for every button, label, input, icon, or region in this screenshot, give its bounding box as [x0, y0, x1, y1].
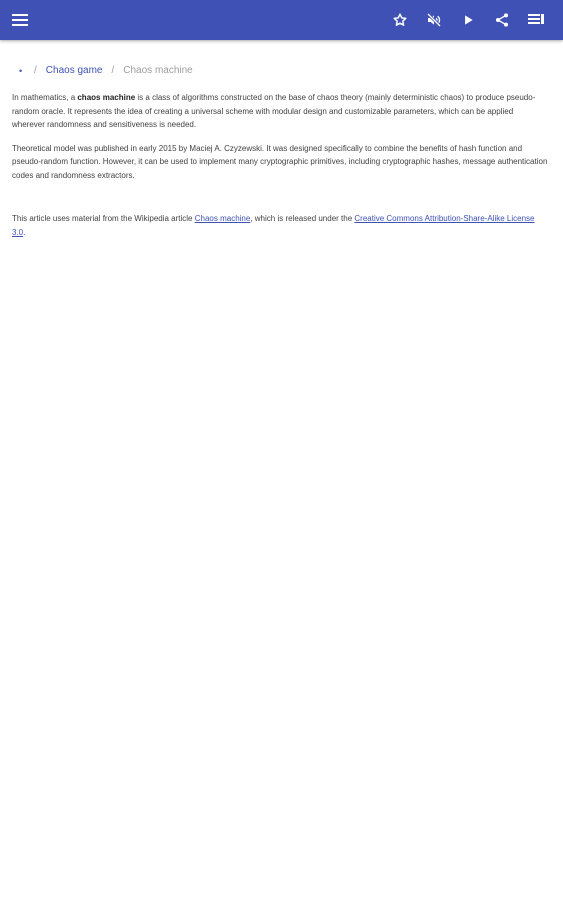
app-bar [0, 0, 563, 40]
bookmark-button[interactable] [383, 0, 417, 40]
license-text: This article uses material from the Wiki… [12, 214, 195, 223]
license-text: . [23, 227, 26, 237]
play-button[interactable] [451, 0, 485, 40]
breadcrumb-parent-link[interactable]: Chaos game [46, 65, 103, 76]
paragraph-text: In mathematics, a [12, 93, 78, 102]
share-icon [496, 13, 508, 27]
menu-button[interactable] [3, 0, 37, 40]
breadcrumb-current: Chaos machine [123, 65, 193, 76]
license-notice: This article uses material from the Wiki… [12, 212, 548, 239]
volume-off-icon [426, 12, 442, 28]
share-button[interactable] [485, 0, 519, 40]
article-paragraph: Theoretical model was published in early… [12, 143, 548, 180]
play-icon [465, 15, 473, 25]
article-body: In mathematics, a chaos machine is a cla… [12, 91, 548, 249]
table-of-contents-button[interactable] [519, 0, 553, 40]
article-paragraph: In mathematics, a chaos machine is a cla… [12, 91, 548, 132]
breadcrumb-separator: / [34, 65, 37, 76]
license-text: , which is released under the [250, 214, 355, 223]
wikipedia-article-link[interactable]: Chaos machine [195, 214, 251, 223]
star-outline-icon [393, 13, 407, 26]
mute-button[interactable] [417, 0, 451, 40]
breadcrumb-separator: / [111, 65, 115, 76]
article-term: chaos machine [77, 93, 136, 102]
hamburger-menu-icon [12, 14, 28, 26]
content-area: • / Chaos game / Chaos machine In mathem… [0, 40, 563, 900]
table-of-contents-icon [528, 14, 544, 24]
breadcrumb: • / Chaos game / Chaos machine [19, 65, 193, 76]
breadcrumb-home[interactable]: • [19, 66, 25, 76]
